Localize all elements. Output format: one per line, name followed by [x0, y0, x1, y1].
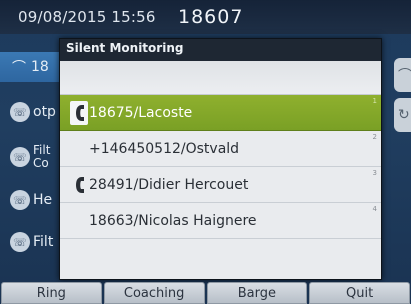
line-key-label: otp: [33, 104, 56, 120]
call-row-1[interactable]: 18675/Lacoste 1: [60, 95, 381, 131]
coaching-button[interactable]: Coaching: [103, 282, 205, 304]
line-key-label: Filt: [33, 234, 54, 250]
row-index: 3: [372, 169, 377, 177]
phone-line-icon: ⌒: [12, 60, 26, 76]
speed-dial-icon: ☏: [10, 102, 30, 122]
line-key-label: He: [33, 192, 53, 208]
speed-dial-icon: ☏: [10, 147, 30, 167]
popup-title: Silent Monitoring: [66, 41, 184, 55]
side-button-1[interactable]: ⌒: [394, 58, 411, 92]
list-header-row: [60, 61, 381, 95]
transfer-icon: ↻: [398, 107, 410, 123]
call-row-4[interactable]: 18663/Nicolas Haignere 4: [60, 203, 381, 239]
call-list: 18675/Lacoste 1 +146450512/Ostvald 2 284…: [60, 61, 381, 279]
extension-number: 18607: [178, 6, 244, 28]
line-key-label: Filt Co: [33, 143, 51, 170]
quit-button[interactable]: Quit: [309, 282, 410, 304]
date-time: 09/08/2015 15:56: [18, 8, 156, 26]
call-row-2[interactable]: +146450512/Ostvald 2: [60, 131, 381, 167]
handset-icon: [72, 174, 88, 196]
row-index: 1: [372, 97, 377, 105]
speed-dial-icon: ☏: [10, 232, 30, 252]
row-index: 2: [372, 133, 377, 141]
silent-monitoring-popup: Silent Monitoring 18675/Lacoste 1 +14645…: [59, 38, 382, 280]
speed-dial-icon: ☏: [10, 190, 30, 210]
softkey-bar: Ring Coaching Barge Quit: [0, 282, 411, 304]
call-label: +146450512/Ostvald: [89, 140, 240, 157]
row-index: 4: [372, 205, 377, 213]
barge-button[interactable]: Barge: [206, 282, 308, 304]
line-key-label: 18: [31, 59, 49, 75]
phone-icon: ⌒: [398, 68, 411, 84]
call-label: 18675/Lacoste: [89, 104, 193, 121]
call-label: 28491/Didier Hercouet: [89, 176, 249, 193]
call-label: 18663/Nicolas Haignere: [89, 212, 257, 229]
side-button-2[interactable]: ↻: [394, 98, 411, 132]
ring-button[interactable]: Ring: [1, 282, 102, 304]
status-bar: 09/08/2015 15:56 18607: [0, 0, 411, 34]
phone-screen: 09/08/2015 15:56 18607 ⌒ 18 ☏ otp ☏ Filt…: [0, 0, 411, 304]
call-row-3[interactable]: 28491/Didier Hercouet 3: [60, 167, 381, 203]
handset-icon: [72, 102, 88, 124]
